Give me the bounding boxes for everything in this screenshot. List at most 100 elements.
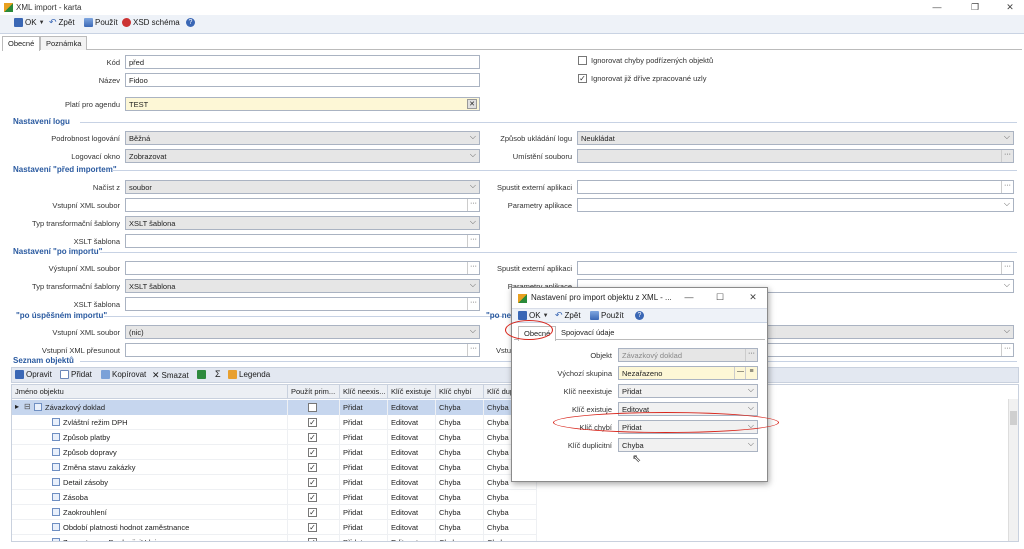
ignore-errors-checkbox[interactable] [578, 56, 587, 65]
sum-button[interactable]: Σ [215, 369, 221, 379]
edit-button[interactable]: Opravit [15, 370, 52, 379]
table-row[interactable]: Změna stavu zakázky ✓ Přidat Editovat Chyba C… [12, 460, 537, 475]
tab-note[interactable]: Poznámka [40, 36, 88, 50]
list-icon[interactable]: ≡ [745, 367, 757, 379]
excel-button[interactable] [197, 370, 206, 379]
name-field[interactable]: Fidoo [125, 73, 480, 87]
transform-type-after-select[interactable]: XSLT šablona [125, 279, 480, 293]
xslt-template-field[interactable]: ··· [125, 234, 480, 248]
dialog-object-field[interactable]: Závazkový doklad ··· [618, 348, 758, 362]
browse-icon[interactable]: ··· [1001, 181, 1013, 193]
browse-icon[interactable]: ··· [467, 262, 479, 274]
agenda-field[interactable]: TEST ✕ [125, 97, 480, 111]
dialog-tab-links[interactable]: Spojovací údaje [556, 326, 619, 340]
use-primary-checkbox[interactable]: ✓ [308, 463, 317, 472]
run-app-label: Spustit externí aplikaci [496, 183, 572, 192]
dialog-key-exists-select[interactable]: Editovat [618, 402, 758, 416]
browse-icon[interactable]: ··· [1001, 262, 1013, 274]
help-button[interactable]: ? [186, 18, 195, 27]
move-xml-label: Vstupní XML přesunout [41, 346, 120, 355]
browse-icon[interactable]: ··· [467, 298, 479, 310]
table-row[interactable]: Zvláštní režim DPH ✓ Přidat Editovat Chyba Ch… [12, 415, 537, 430]
table-row[interactable]: Období platnosti hodnot zaměstnance ✓ Přid… [12, 520, 537, 535]
close-button[interactable]: ✕ [1003, 2, 1017, 13]
ok-button[interactable]: OK ▼ [14, 18, 45, 27]
log-window-select[interactable]: Zobrazovat [125, 149, 480, 163]
use-primary-checkbox[interactable]: ✓ [308, 538, 317, 541]
undo-button[interactable]: ↶ Zpět [49, 18, 75, 28]
code-field[interactable]: před [125, 55, 480, 69]
browse-icon[interactable]: ··· [745, 349, 757, 361]
tab-general[interactable]: Obecné [2, 36, 41, 51]
input-xml-success-select[interactable]: (nic) [125, 325, 480, 339]
dialog-help-button[interactable]: ? [635, 311, 644, 320]
move-xml-field[interactable]: ··· [125, 343, 480, 357]
add-button[interactable]: Přidat [60, 370, 92, 379]
collapse-icon[interactable]: ⊟ [24, 402, 31, 411]
log-detail-select[interactable]: Běžná [125, 131, 480, 145]
use-primary-checkbox[interactable]: ✓ [308, 448, 317, 457]
chevron-down-icon[interactable]: ▼ [543, 313, 549, 319]
output-xml-field[interactable]: ··· [125, 261, 480, 275]
dialog-key-duplicate-select[interactable]: Chyba [618, 438, 758, 452]
dialog-undo-button[interactable]: ↶ Zpět [555, 311, 581, 321]
use-primary-checkbox[interactable]: ✓ [308, 523, 317, 532]
use-primary-cell: ✓ [288, 520, 340, 535]
dialog-tab-general[interactable]: Obecné [518, 326, 557, 341]
log-save-mode-select[interactable]: Neukládat [577, 131, 1014, 145]
browse-icon[interactable]: ··· [1001, 344, 1013, 356]
browse-icon[interactable]: ··· [467, 235, 479, 247]
clear-icon[interactable]: ✕ [467, 99, 477, 109]
chevron-down-icon[interactable]: ▼ [39, 20, 45, 26]
dialog-group-field[interactable]: Nezařazeno — ≡ [618, 366, 758, 380]
dialog-apply-button[interactable]: Použít [590, 311, 624, 320]
vertical-scrollbar[interactable] [1008, 399, 1018, 541]
load-from-select[interactable]: soubor [125, 180, 480, 194]
section-divider [100, 252, 1017, 253]
dialog-close-button[interactable]: ✕ [746, 292, 760, 303]
xsd-schema-button[interactable]: XSD schéma [122, 18, 180, 27]
table-row[interactable]: Detail zásoby ✓ Přidat Editovat Chyba Chyba [12, 475, 537, 490]
file-location-label: Umístění souboru [512, 152, 572, 161]
app-params-select[interactable] [577, 198, 1014, 212]
table-row[interactable]: ZamestnanecDoplnujiciUdaje ✓ PřidatEditova… [12, 535, 537, 541]
column-header[interactable]: Použít prim... [288, 385, 340, 399]
column-header[interactable]: Jméno objektu [12, 385, 288, 399]
use-primary-checkbox[interactable]: ✓ [308, 493, 317, 502]
column-header[interactable]: Klíč chybí [436, 385, 484, 399]
dialog-key-not-exists-select[interactable]: Přidat [618, 384, 758, 398]
minimize-button[interactable]: — [930, 2, 944, 12]
input-xml-field[interactable]: ··· [125, 198, 480, 212]
ignore-processed-checkbox[interactable]: ✓ [578, 74, 587, 83]
file-location-field[interactable]: ··· [577, 149, 1014, 163]
column-header[interactable]: Klíč existuje [388, 385, 436, 399]
browse-icon[interactable]: ··· [1001, 150, 1013, 162]
table-row[interactable]: Zásoba ✓ Přidat Editovat Chyba Chyba [12, 490, 537, 505]
table-row[interactable]: ▸ ⊟ Závazkový doklad Přidat Editovat Chyba Chy… [12, 400, 537, 415]
apply-button[interactable]: Použít [84, 18, 118, 27]
transform-type-select[interactable]: XSLT šablona [125, 216, 480, 230]
run-app-field[interactable]: ··· [577, 180, 1014, 194]
scrollbar-thumb[interactable] [1010, 411, 1017, 425]
maximize-button[interactable]: ❐ [968, 2, 982, 13]
legend-button[interactable]: Legenda [228, 370, 270, 379]
dialog-key-missing-select[interactable]: Přidat [618, 420, 758, 434]
browse-icon[interactable]: ··· [467, 199, 479, 211]
browse-icon[interactable]: ··· [467, 344, 479, 356]
dialog-minimize-button[interactable]: — [682, 292, 696, 302]
table-row[interactable]: Způsob dopravy ✓ Přidat Editovat Chyba Chyba [12, 445, 537, 460]
use-primary-checkbox[interactable]: ✓ [308, 433, 317, 442]
dialog-ok-button[interactable]: OK ▼ [518, 311, 549, 320]
copy-button[interactable]: Kopírovat [101, 370, 146, 379]
delete-button[interactable]: ✕ Smazat [152, 370, 189, 381]
use-primary-checkbox[interactable]: ✓ [308, 418, 317, 427]
use-primary-checkbox[interactable] [308, 403, 317, 412]
run-app-after-field[interactable]: ··· [577, 261, 1014, 275]
use-primary-checkbox[interactable]: ✓ [308, 478, 317, 487]
table-row[interactable]: Způsob platby ✓ Přidat Editovat Chyba Chyba [12, 430, 537, 445]
column-header[interactable]: Klíč neexis... [340, 385, 388, 399]
table-row[interactable]: Zaokrouhlení ✓ Přidat Editovat Chyba Chyba [12, 505, 537, 520]
xslt-template-after-field[interactable]: ··· [125, 297, 480, 311]
dialog-maximize-button[interactable]: ☐ [713, 292, 727, 303]
use-primary-checkbox[interactable]: ✓ [308, 508, 317, 517]
